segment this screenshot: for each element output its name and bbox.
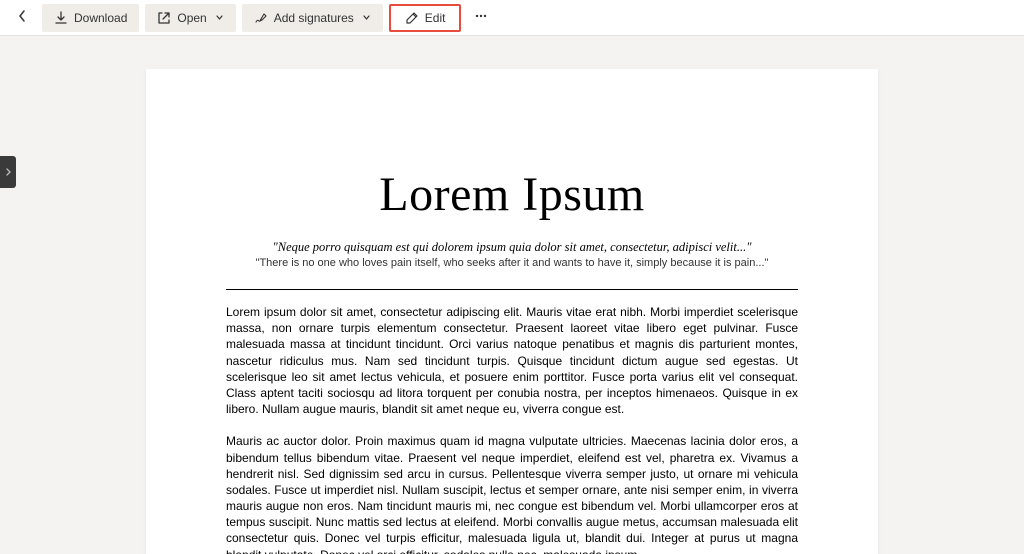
signature-icon bbox=[254, 11, 268, 25]
download-label: Download bbox=[74, 11, 127, 25]
download-icon bbox=[54, 11, 68, 25]
download-button[interactable]: Download bbox=[42, 4, 139, 32]
document-page: Lorem Ipsum "Neque porro quisquam est qu… bbox=[146, 69, 878, 554]
ellipsis-icon bbox=[474, 9, 488, 26]
document-body: Lorem ipsum dolor sit amet, consectetur … bbox=[226, 304, 798, 554]
document-paragraph: Mauris ac auctor dolor. Proin maximus qu… bbox=[226, 433, 798, 554]
side-panel-toggle[interactable] bbox=[0, 156, 16, 188]
edit-button[interactable]: Edit bbox=[389, 4, 462, 32]
more-options-button[interactable] bbox=[467, 4, 495, 32]
pencil-icon bbox=[405, 11, 419, 25]
document-title: Lorem Ipsum bbox=[226, 167, 798, 222]
back-button[interactable] bbox=[8, 4, 36, 32]
chevron-left-icon bbox=[17, 9, 27, 26]
open-external-icon bbox=[157, 11, 171, 25]
chevron-down-icon bbox=[362, 11, 371, 25]
add-signatures-label: Add signatures bbox=[274, 11, 354, 25]
document-subhead: "There is no one who loves pain itself, … bbox=[226, 257, 798, 269]
toolbar: Download Open Add signatures Edit bbox=[0, 0, 1024, 36]
open-label: Open bbox=[177, 11, 206, 25]
chevron-down-icon bbox=[215, 11, 224, 25]
open-button[interactable]: Open bbox=[145, 4, 235, 32]
document-divider bbox=[226, 289, 798, 290]
add-signatures-button[interactable]: Add signatures bbox=[242, 4, 383, 32]
document-viewer: Lorem Ipsum "Neque porro quisquam est qu… bbox=[0, 36, 1024, 554]
document-subtitle: "Neque porro quisquam est qui dolorem ip… bbox=[226, 240, 798, 255]
document-paragraph: Lorem ipsum dolor sit amet, consectetur … bbox=[226, 304, 798, 417]
edit-label: Edit bbox=[425, 11, 446, 25]
